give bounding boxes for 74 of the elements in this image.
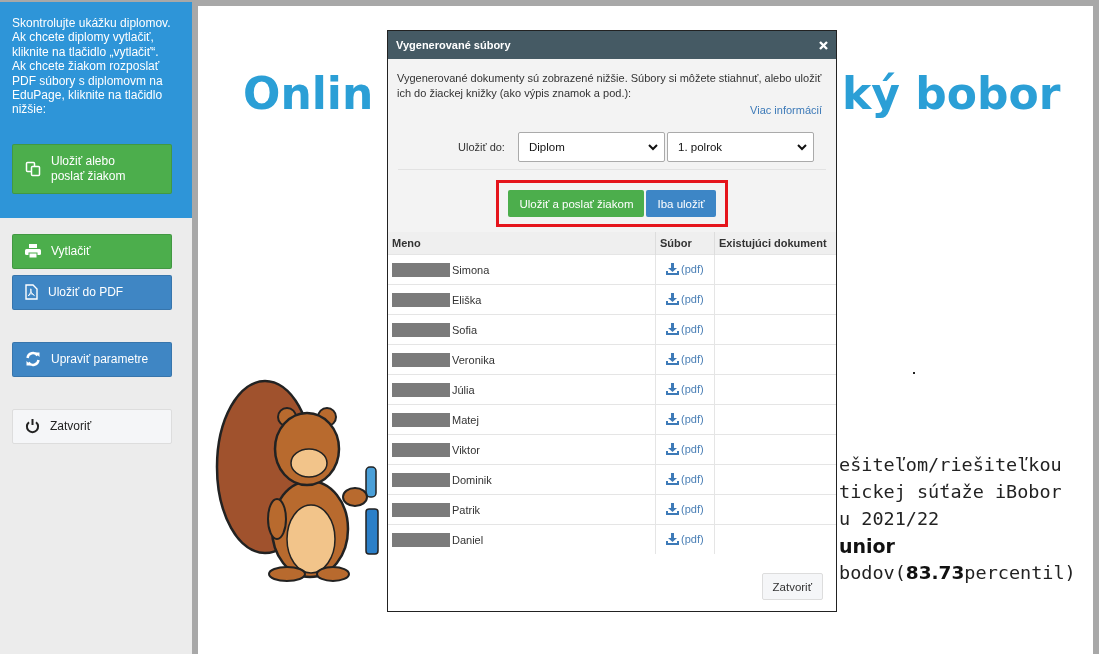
diploma-title: ký bobor	[842, 68, 1061, 119]
redaction-bar	[392, 262, 450, 277]
pdf-download-link[interactable]: (pdf)	[666, 442, 704, 455]
print-button[interactable]: Vytlačiť	[12, 233, 172, 269]
pdf-download-link[interactable]: (pdf)	[666, 322, 704, 335]
parameters-button[interactable]: Upraviť parametre	[12, 341, 172, 377]
redaction-bar	[392, 532, 450, 547]
pdf-download-link[interactable]: (pdf)	[666, 352, 704, 365]
student-name: Eliška	[452, 293, 482, 306]
download-icon	[666, 262, 679, 275]
dialog-title: Vygenerované súbory	[396, 39, 511, 51]
redaction-bar	[392, 412, 450, 427]
diploma-text: bodov(83.73percentil)	[839, 562, 1076, 585]
pdf-download-link[interactable]: (pdf)	[666, 262, 704, 275]
diploma-title: Onlin	[243, 68, 374, 119]
download-icon	[666, 472, 679, 485]
redaction-bar	[392, 292, 450, 307]
column-header: Existujúci dokument	[714, 232, 836, 255]
redaction-bar	[392, 352, 450, 367]
download-icon	[666, 532, 679, 545]
pdf-download-link[interactable]: (pdf)	[666, 292, 704, 305]
student-name: Dominik	[452, 473, 492, 486]
student-name: Matej	[452, 413, 479, 426]
student-name: Júlia	[452, 383, 475, 396]
instructions-text: Skontrolujte ukážku diplomov. Ak chcete diplomy vytlačiť, kliknite na tlačidlo „vytlačiť“. Ak chcete žiakom rozposlať PDF súbory s diplomovm na EduPage, kliknite na tlačidlo nižšie:	[12, 16, 172, 117]
diploma-text: tickej súťaže iBobor	[839, 481, 1063, 504]
save-and-send-button[interactable]: Uložiť a poslať žiakom	[508, 190, 645, 217]
send-button[interactable]: Uložiť alebo poslať žiakom	[12, 143, 172, 194]
pdf-file-icon	[25, 284, 38, 301]
redaction-bar	[392, 502, 450, 517]
close-button[interactable]: Zatvoriť	[12, 408, 172, 444]
column-header: Súbor	[655, 232, 715, 255]
student-name: Veronika	[452, 353, 495, 366]
student-name: Viktor	[452, 443, 480, 456]
redaction-bar	[392, 322, 450, 337]
power-icon	[25, 418, 40, 435]
download-icon	[666, 352, 679, 365]
column-header: Meno	[388, 232, 656, 255]
printer-icon	[25, 244, 41, 259]
chevron-down-icon	[797, 143, 807, 151]
diploma-text: u 2021/22	[839, 508, 941, 531]
save-button[interactable]: Iba uložiť	[646, 190, 716, 217]
chevron-down-icon	[648, 143, 658, 151]
diploma-text: unior	[839, 535, 896, 559]
student-name: Patrik	[452, 503, 481, 516]
pdf-download-link[interactable]: (pdf)	[666, 412, 704, 425]
download-icon	[666, 292, 679, 305]
download-icon	[666, 442, 679, 455]
redaction-bar	[392, 472, 450, 487]
diploma-text: ešiteľom/riešiteľkou	[839, 454, 1063, 477]
redaction-bar	[392, 442, 450, 457]
pdf-button[interactable]: Uložiť do PDF	[12, 274, 172, 310]
download-icon	[666, 502, 679, 515]
pdf-download-link[interactable]: (pdf)	[666, 382, 704, 395]
close-icon[interactable]	[819, 40, 828, 50]
pdf-download-link[interactable]: (pdf)	[666, 502, 704, 515]
student-name: Sofia	[452, 323, 478, 336]
student-name: Daniel	[452, 533, 484, 546]
copy-icon	[25, 160, 41, 177]
dialog-description: Vygenerované dokumenty sú zobrazené nižšie. Súbory si môžete stiahnuť, alebo uložiť ich do žiackej knižky (ako výpis znamok a pod.):	[397, 71, 823, 100]
dot-mark	[913, 372, 915, 374]
dropdown[interactable]: Diplom	[518, 132, 665, 162]
more-info-link[interactable]: Viac informácií	[750, 104, 822, 116]
pdf-download-link[interactable]: (pdf)	[666, 532, 704, 545]
dropdown[interactable]: 1. polrok	[667, 132, 814, 162]
save-to-label: Uložiť do:	[458, 141, 506, 153]
download-icon	[666, 382, 679, 395]
download-icon	[666, 322, 679, 335]
pdf-download-link[interactable]: (pdf)	[666, 472, 704, 485]
student-name: Simona	[452, 263, 490, 276]
close-button[interactable]: Zatvoriť	[761, 573, 823, 600]
refresh-icon	[25, 351, 41, 368]
redaction-bar	[392, 382, 450, 397]
download-icon	[666, 412, 679, 425]
